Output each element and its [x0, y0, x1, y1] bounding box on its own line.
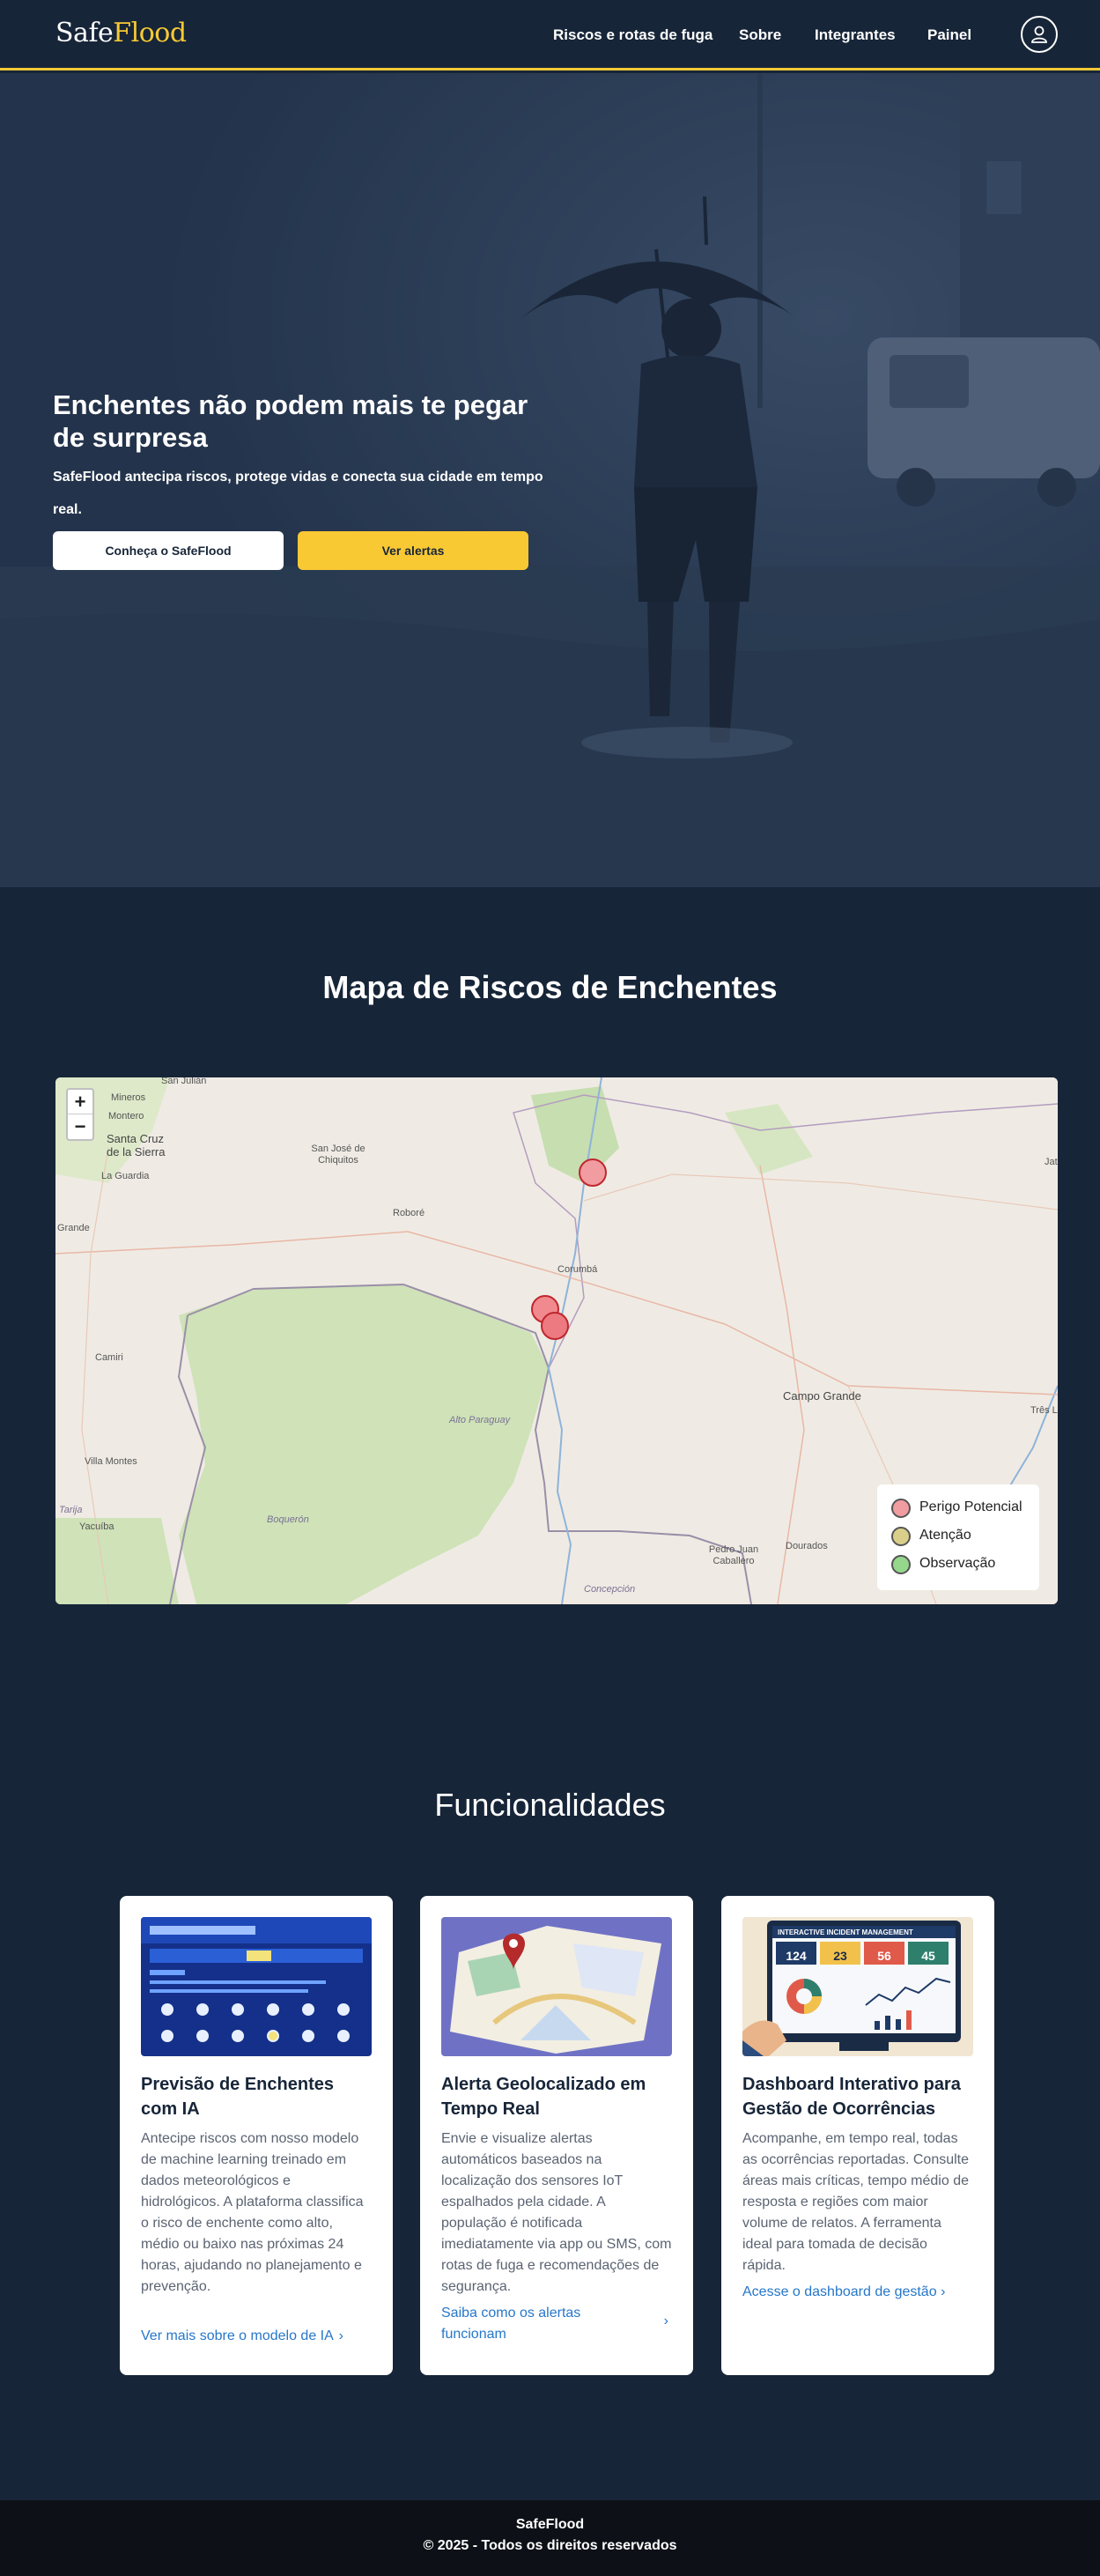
dashboard-stat-total: 124 — [786, 1949, 807, 1963]
map-label-camiri: Camiri — [95, 1352, 123, 1363]
nav-link-painel[interactable]: Painel — [927, 26, 971, 44]
nav-link-sobre[interactable]: Sobre — [739, 26, 781, 44]
map-label-san-julian: San Julián — [161, 1077, 207, 1086]
map-label-grande: Grande — [57, 1223, 90, 1233]
map-label-tarija: Tarija — [59, 1505, 83, 1515]
nav-link-riscos[interactable]: Riscos e rotas de fuga — [553, 26, 712, 44]
nav-link-integrantes[interactable]: Integrantes — [815, 26, 896, 44]
feature-link-ai[interactable]: Ver mais sobre o modelo de IA › — [141, 2326, 372, 2347]
legend-label: Observação — [919, 1556, 996, 1571]
feature-link-label: Acesse o dashboard de gestão — [742, 2284, 937, 2299]
map-label-yacuiba: Yacuíba — [79, 1521, 114, 1532]
hero-title: Enchentes não podem mais te pegar de sur… — [53, 389, 528, 453]
feature-description: Antecipe riscos com nosso modelo de mach… — [141, 2131, 364, 2294]
chevron-right-icon: › — [941, 2284, 946, 2299]
dashboard-image-heading: INTERACTIVE INCIDENT MANAGEMENT — [778, 1928, 913, 1936]
flood-risk-map[interactable]: + − San Julián Mineros Montero Santa Cru… — [55, 1077, 1058, 1604]
map-label-santa-cruz: Santa Cruz de la Sierra — [107, 1132, 166, 1158]
legend-item-observacao: Observação — [891, 1553, 1025, 1581]
footer-brand: SafeFlood — [515, 2517, 585, 2532]
legend-item-atencao: Atenção — [891, 1525, 1025, 1553]
user-icon — [1031, 26, 1047, 43]
feature-title: Previsão de Enchentes com IA — [141, 2075, 334, 2119]
map-marker-danger[interactable] — [541, 1312, 569, 1340]
map-section-title: Mapa de Riscos de Enchentes — [322, 969, 778, 1005]
dashboard-stat-pending: 56 — [877, 1949, 891, 1963]
map-label-san-jose: San José de Chiquitos — [311, 1144, 365, 1166]
feature-image-geo-map — [441, 1917, 672, 2056]
footer-copyright: © 2025 - Todos os direitos reservados — [423, 2538, 677, 2553]
user-account-button[interactable] — [1021, 16, 1058, 53]
legend-label: Atenção — [919, 1528, 971, 1543]
hero-section: Enchentes não podem mais te pegar de sur… — [0, 73, 1100, 887]
legend-swatch-atencao — [891, 1527, 911, 1546]
legend-item-perigo: Perigo Potencial — [891, 1497, 1025, 1525]
map-label-tres-l: Três L — [1030, 1405, 1058, 1416]
about-safeflood-button[interactable]: Conheça o SafeFlood — [53, 531, 284, 570]
legend-swatch-perigo — [891, 1499, 911, 1518]
map-label-la-guardia: La Guardia — [101, 1171, 150, 1181]
hero-content: Enchentes não podem mais te pegar de sur… — [53, 389, 546, 526]
map-label-pedro-juan: Pedro Juan Caballero — [708, 1544, 759, 1566]
feature-image-weather-forecast — [141, 1917, 372, 2056]
feature-title: Alerta Geolocalizado em Tempo Real — [441, 2075, 646, 2119]
feature-description: Envie e visualize alertas automáticos ba… — [441, 2131, 672, 2294]
map-label-campo-grande: Campo Grande — [783, 1389, 861, 1403]
site-footer: SafeFlood © 2025 - Todos os direitos res… — [0, 2500, 1100, 2576]
map-label-dourados: Dourados — [786, 1541, 828, 1551]
map-label-jata: Jata — [1045, 1157, 1058, 1167]
dashboard-stat-resolved: 45 — [921, 1949, 935, 1963]
legend-label: Perigo Potencial — [919, 1499, 1022, 1514]
map-label-mineros: Mineros — [111, 1092, 146, 1103]
map-label-montero: Montero — [108, 1111, 144, 1121]
feature-description: Acompanhe, em tempo real, todas as ocorr… — [742, 2131, 970, 2273]
map-label-villa-montes: Villa Montes — [85, 1456, 137, 1467]
chevron-right-icon: › — [338, 2328, 343, 2343]
map-label-corumba: Corumbá — [557, 1264, 598, 1275]
map-label-alto-paraguay: Alto Paraguay — [449, 1415, 511, 1425]
view-alerts-button[interactable]: Ver alertas — [298, 531, 528, 570]
feature-title: Dashboard Interativo para Gestão de Ocor… — [742, 2075, 961, 2119]
map-label-concepcion: Concepción — [584, 1584, 636, 1595]
map-marker-danger[interactable] — [579, 1158, 607, 1187]
feature-card-alerts: Alerta Geolocalizado em Tempo Real Envie… — [420, 1896, 693, 2375]
map-label-boqueron: Boquerón — [267, 1514, 309, 1525]
features-section-title: Funcionalidades — [434, 1787, 666, 1823]
feature-link-alerts[interactable]: Saiba como os alertas funcionam — [441, 2303, 635, 2345]
feature-link-dashboard[interactable]: Acesse o dashboard de gestão › — [742, 2282, 973, 2303]
dashboard-stat-progress: 23 — [833, 1949, 847, 1963]
logo[interactable]: SafeFlood — [55, 18, 187, 48]
feature-card-dashboard: INTERACTIVE INCIDENT MANAGEMENT 124 23 5… — [721, 1896, 994, 2375]
logo-part-flood: Flood — [113, 18, 187, 48]
site-header: SafeFlood Riscos e rotas de fuga Sobre I… — [0, 0, 1100, 70]
feature-card-ai: Previsão de Enchentes com IA Antecipe ri… — [120, 1896, 393, 2375]
hero-subtitle: SafeFlood antecipa riscos, protege vidas… — [53, 470, 543, 517]
map-label-robore: Roboré — [393, 1208, 425, 1218]
zoom-in-button[interactable]: + — [68, 1090, 92, 1114]
logo-part-safe: Safe — [55, 18, 114, 48]
zoom-out-button[interactable]: − — [68, 1114, 92, 1139]
chevron-right-icon[interactable]: › — [664, 2313, 668, 2329]
map-zoom-control: + − — [66, 1088, 94, 1141]
map-legend: Perigo Potencial Atenção Observação — [877, 1484, 1039, 1590]
feature-link-label: Saiba como os alertas funcionam — [441, 2306, 581, 2342]
feature-image-dashboard: INTERACTIVE INCIDENT MANAGEMENT 124 23 5… — [742, 1917, 973, 2056]
legend-swatch-observacao — [891, 1555, 911, 1574]
feature-link-label: Ver mais sobre o modelo de IA — [141, 2328, 334, 2343]
